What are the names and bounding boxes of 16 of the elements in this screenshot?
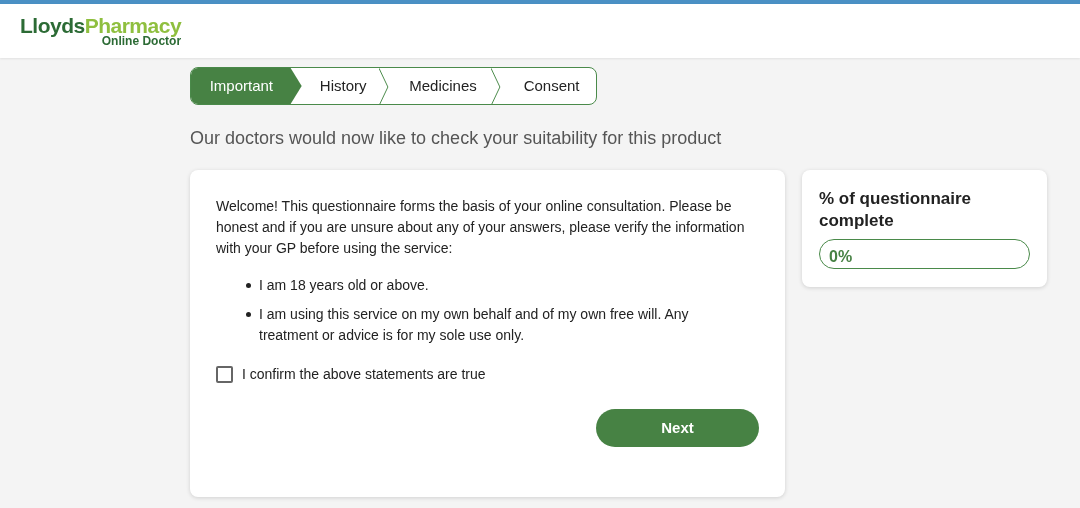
statement-text: I am 18 years old or above. <box>259 276 430 295</box>
statement-text: I am using this service on my own behalf and of my own free will. Any treatment or advice is for my sole use only. <box>259 305 690 345</box>
confirm-checkbox[interactable] <box>216 366 233 383</box>
intro-paragraph: Welcome! This questionnaire forms the basis of your online consultation. Please be honest and if you are unsure about any of your answers, please verify the information with your GP before using the service: <box>216 197 746 258</box>
step-tab[interactable]: History <box>301 68 379 104</box>
bullet-icon <box>246 283 251 288</box>
step-tab[interactable]: Medicines <box>388 68 492 104</box>
next-button[interactable]: Next <box>596 409 759 447</box>
logo[interactable]: LloydsPharmacy Online Doctor <box>20 15 182 47</box>
step-tab[interactable]: Consent <box>501 68 596 104</box>
confirm-label[interactable]: I confirm the above statements are true <box>242 364 486 385</box>
page-heading: Our doctors would now like to check your suitability for this product <box>190 127 723 150</box>
progress-reading: 0% <box>829 247 853 267</box>
progress-title: % of questionnaire complete <box>819 188 973 232</box>
bullet-icon <box>246 312 251 317</box>
step-tab[interactable]: Important <box>191 68 302 104</box>
